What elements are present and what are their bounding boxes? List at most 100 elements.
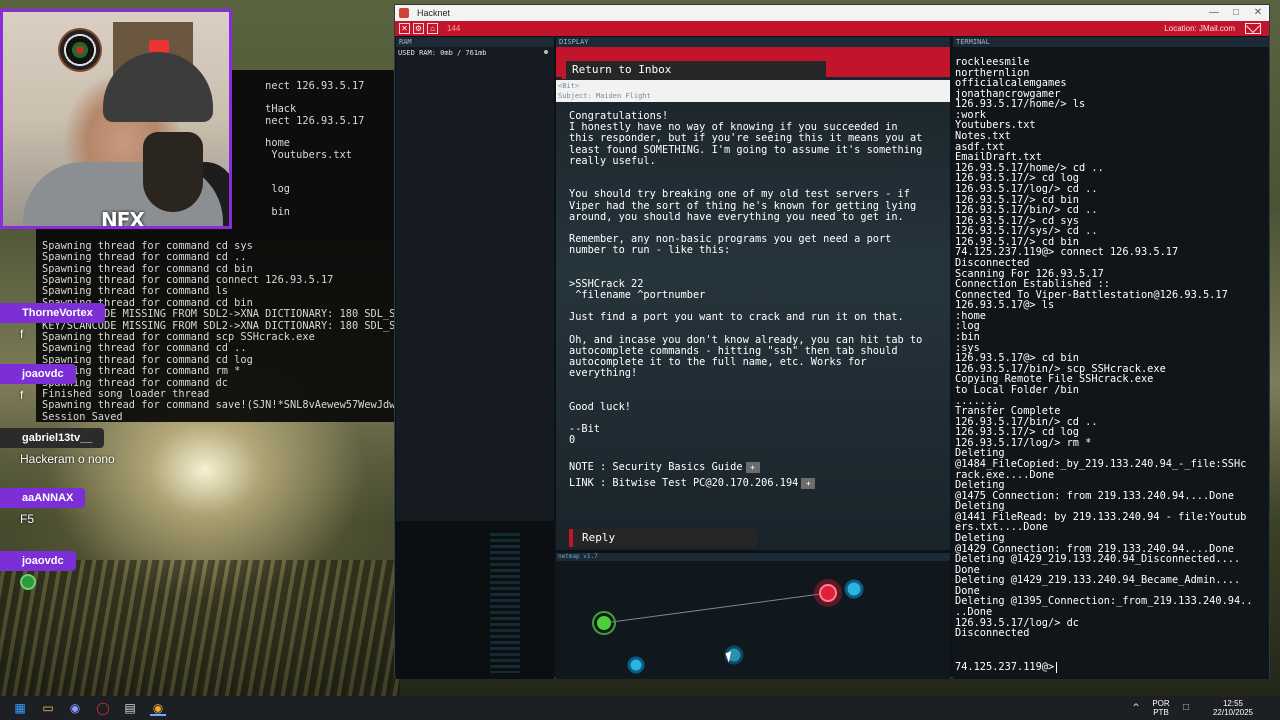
terminal-line: Done [955, 564, 980, 576]
terminal-line: Copying Remote File SSHcrack.exe [955, 374, 1154, 385]
viper-node[interactable] [819, 584, 837, 602]
network-link [603, 592, 829, 624]
terminal-line: 126.93.5.17/log/> cd .. [955, 183, 1098, 195]
chat-badge-icon [20, 574, 36, 590]
mail-body-line: ^filename ^portnumber [569, 289, 706, 301]
terminal-line: 126.93.5.17/sys/> cd .. [955, 226, 1098, 237]
terminal-line: Youtubers.txt [955, 120, 1036, 132]
language-indicator[interactable]: POR PTB [1148, 699, 1174, 717]
mail-icon[interactable] [1245, 23, 1261, 34]
terminal-line: 126.93.5.17/bin/> cd .. [955, 416, 1098, 428]
hacknet-taskbar-icon[interactable]: ◉ [150, 700, 166, 716]
window-title: Hacknet [417, 8, 451, 18]
mail-body-line: number to run - like this: [569, 244, 731, 257]
reply-button[interactable]: Reply [569, 529, 757, 547]
discord-icon[interactable]: ◉ [67, 700, 83, 716]
terminal-line: ers.txt....Done [955, 522, 1048, 534]
terminal-prompt-label: 74.125.237.119@> [955, 661, 1055, 673]
network-node[interactable] [627, 656, 645, 674]
mail-subject: Subject: Maiden Flight [558, 92, 651, 100]
mail-body-line [569, 413, 939, 424]
console-line: Spawning thread for command cd .. [42, 251, 247, 264]
text-caret [1056, 661, 1058, 673]
terminal-line: 126.93.5.17/bin/> cd .. [955, 205, 1098, 216]
netmap-svg [592, 579, 864, 674]
mail-body-line: Just find a port you want to crack and r… [569, 311, 904, 324]
settings-gear-icon[interactable]: ⚙ [413, 23, 424, 34]
terminal-panel[interactable]: rockleesmile northernlion officialcalemgam… [953, 47, 1269, 679]
close-window-icon[interactable]: ✕ [1247, 5, 1269, 21]
terminal-line: to Local Folder /bin [955, 384, 1079, 396]
terminal-line: 126.93.5.17/log/> dc [955, 617, 1079, 629]
chat-username: gabriel13tv__ [0, 428, 105, 448]
terminal-line: rack.exe....Done [955, 469, 1055, 481]
terminal-line: jonathancrowgamer [955, 88, 1061, 100]
chat-message: joaovdc f [0, 362, 76, 402]
terminal-app-icon[interactable]: ▤ [122, 700, 138, 716]
terminal-line: 126.93.5.17/bin/> scp SSHcrack.exe [955, 363, 1166, 375]
terminal-line: 74.125.237.119@> connect 126.93.5.17 [955, 247, 1179, 258]
clock-date: 22/10/2025 [1212, 708, 1254, 717]
terminal-line: northernlion [955, 67, 1030, 79]
mail-body-line: really useful. [569, 154, 656, 167]
maximize-icon[interactable]: □ [1225, 5, 1247, 21]
add-link-icon[interactable]: + [801, 477, 816, 489]
terminal-line: Disconnected [955, 628, 1030, 639]
terminal-line: EmailDraft.txt [955, 152, 1042, 163]
location-label: Location: JMail.com [1164, 24, 1235, 33]
terminal-line: Notes.txt [955, 131, 1011, 142]
terminal-line: Disconnected [955, 257, 1030, 269]
network-icon[interactable]: □ [1178, 700, 1194, 716]
return-to-inbox-button[interactable]: Return to Inbox [562, 61, 826, 79]
note-attachment-label: NOTE : Security Basics Guide [569, 461, 743, 473]
network-node[interactable] [844, 579, 864, 599]
mail-body-line: around, you should have everything you n… [569, 210, 904, 223]
file-explorer-icon[interactable]: ▭ [40, 700, 56, 716]
terminal-line: Deleting [955, 448, 1005, 459]
ip-display: 144 [447, 24, 461, 33]
mail-body-line: Viper had the sort of thing he's known f… [569, 199, 917, 212]
terminal-prompt[interactable]: 74.125.237.119@> [955, 661, 1058, 673]
terminal-line: 126.93.5.17/> cd bin [955, 194, 1079, 206]
home-icon[interactable]: ⌂ [427, 23, 438, 34]
note-attachment: NOTE : Security Basics Guide + [569, 461, 760, 473]
terminal-line: 126.93.5.17/> cd log [955, 173, 1079, 184]
terminal-line: officialcalemgames [955, 78, 1067, 89]
terminal-line: 126.93.5.17/> cd log [955, 427, 1079, 438]
terminal-line: ..Done [955, 607, 993, 618]
terminal-line: 126.93.5.17@> cd bin [955, 353, 1079, 364]
minimize-icon[interactable]: — [1203, 5, 1225, 21]
terminal-line: Done [955, 585, 980, 597]
mail-body-line [569, 167, 939, 178]
ram-usage-label: USED RAM: 0mb / 761mb [398, 49, 487, 57]
webcam-overlay: NFX [0, 9, 232, 229]
chat-username: aaANNAX [0, 488, 86, 508]
terminal-line: @1475_Connection:_from_219.133.240.94...… [955, 490, 1234, 502]
mail-body-line: You should try breaking one of my old te… [569, 188, 910, 201]
terminal-line: ....... [955, 395, 999, 407]
terminal-line: :sys [955, 342, 980, 354]
add-note-icon[interactable]: + [745, 461, 760, 473]
windows-start-icon[interactable]: ▦ [12, 700, 28, 716]
keyboard-layout-label: PTB [1153, 708, 1169, 717]
terminal-line: Transfer Complete [955, 406, 1061, 417]
mail-body-line: 0 [569, 434, 576, 447]
terminal-line: @1441_FileRead:_by_219.133.240.94_-_file… [955, 511, 1247, 523]
language-label: POR [1152, 699, 1170, 708]
terminal-line: Deleting [955, 480, 1005, 491]
hacknet-app-icon [399, 8, 409, 18]
display-panel: Return to Inbox <Bit> Subject: Maiden Fl… [556, 47, 950, 550]
terminal-line: 126.93.5.17/home/> cd .. [955, 162, 1104, 174]
terminal-line: :work [955, 109, 986, 121]
terminal-line: @1429_Connection:_from_219.133.240.94...… [955, 543, 1234, 555]
mail-body-line [569, 256, 939, 267]
terminal-line: rockleesmile [955, 57, 1030, 68]
exit-icon[interactable]: ✕ [399, 23, 410, 34]
terminal-line: Deleting @1429_219.133.240.94_Became_Adm… [955, 575, 1241, 586]
opera-icon[interactable]: ◯ [95, 700, 111, 716]
clock[interactable]: 12:55 22/10/2025 [1208, 699, 1258, 717]
tray-chevron-up-icon[interactable]: ⌃ [1128, 700, 1144, 716]
terminal-line: Connection Established :: [955, 279, 1110, 290]
home-node[interactable] [597, 616, 611, 630]
terminal-line: 126.93.5.17@> ls [955, 300, 1055, 311]
